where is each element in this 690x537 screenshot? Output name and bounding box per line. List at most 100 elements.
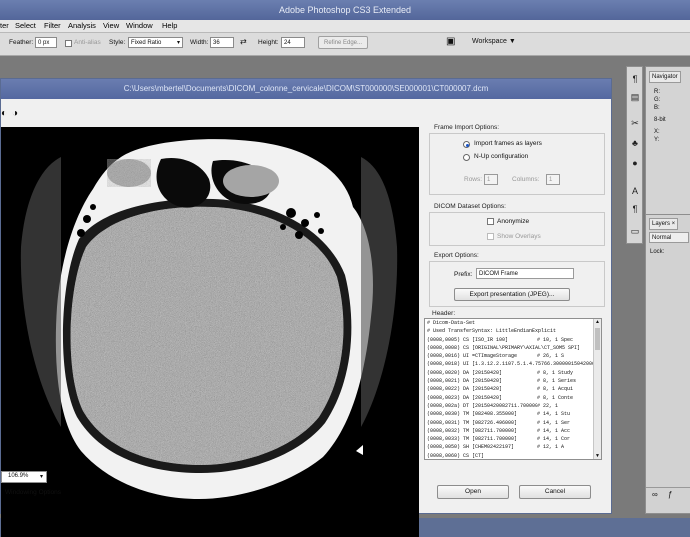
menu-select[interactable]: Select xyxy=(15,21,36,30)
cancel-button[interactable]: Cancel xyxy=(519,485,591,499)
header-line: # Used TransferSyntax: LittleEndianExpli… xyxy=(425,327,601,335)
header-line-desc: # 26, 1 S xyxy=(537,352,565,361)
info-line: B: xyxy=(654,105,660,111)
style-select[interactable]: Fixed Ratio ▾ xyxy=(128,37,183,48)
header-line-tag: (0008,0018) UI [1.3.12.2.1107.5.1.4.7576… xyxy=(427,361,601,368)
frame-import-group: Import frames as layers N-Up configurati… xyxy=(429,133,605,195)
prefix-label: Prefix: xyxy=(454,271,473,278)
tab-navigator[interactable]: Navigator xyxy=(649,71,681,83)
scrollbar-thumb[interactable] xyxy=(595,328,600,350)
header-line: (0008,0030) TM [082408.355000] # 14, 1 St… xyxy=(425,410,601,419)
layer-comps-icon[interactable]: ▭ xyxy=(629,225,641,237)
fx-icon[interactable]: ƒ xyxy=(668,490,672,499)
dialog-title-path: C:\Users\mbertel\Documents\DICOM_colonne… xyxy=(1,79,611,99)
zoom-select[interactable]: 106.9% ▾ xyxy=(1,471,47,483)
header-line: (0008,0021) DA [20150420] # 8, 1 Series xyxy=(425,377,601,386)
info-line: R: xyxy=(654,89,660,95)
menu-filter-partial[interactable]: ter xyxy=(0,21,9,30)
width-label: Width: xyxy=(190,39,209,46)
header-line: (0008,0023) DA [20150420] # 8, 1 Conte xyxy=(425,393,601,402)
header-line-tag: # Dicom-Data-Set xyxy=(427,320,476,326)
header-line-tag: (0008,0005) CS [ISO_IR 100] xyxy=(427,336,509,343)
columns-input[interactable]: 1 xyxy=(546,174,560,185)
export-options-group: Prefix: DICOM Frame Export presentation … xyxy=(429,261,605,307)
workspace-button[interactable]: Workspace ▼ xyxy=(472,38,516,45)
anonymize-checkbox[interactable] xyxy=(487,218,494,225)
dataset-options-title: DICOM Dataset Options: xyxy=(434,203,506,210)
window-title: Adobe Photoshop CS3 Extended xyxy=(0,0,690,20)
menu-help[interactable]: Help xyxy=(162,21,177,30)
nup-config-radio[interactable] xyxy=(463,154,470,161)
type-icon[interactable]: A xyxy=(629,185,641,197)
export-presentation-button[interactable]: Export presentation (JPEG)... xyxy=(454,288,570,301)
refine-edge-button[interactable]: Refine Edge... xyxy=(318,36,368,49)
antialias-label: Anti-alias xyxy=(74,39,101,46)
import-as-layers-radio[interactable] xyxy=(463,141,470,148)
header-line-desc: # 10, 1 Spec xyxy=(537,335,574,344)
paragraph-icon[interactable]: ¶ xyxy=(629,203,641,215)
link-icon[interactable]: ∞ xyxy=(652,490,658,499)
header-line-tag: (0008,0023) DA [20150420] xyxy=(427,394,503,401)
layers-panel: Layers × Normal Lock: ∞ ƒ xyxy=(645,214,690,514)
header-line-desc: # 8, 1 Conte xyxy=(537,393,574,402)
info-line: Y: xyxy=(654,137,660,143)
header-line: (0008,0018) UI [1.3.12.2.1107.5.1.4.7576… xyxy=(425,360,601,368)
style-label: Style: xyxy=(109,39,126,46)
header-line: (0008,0016) UI =CTImageStorage # 26, 1 S xyxy=(425,352,601,361)
menu-filter[interactable]: Filter xyxy=(44,21,61,30)
brush-icon[interactable]: ● xyxy=(629,157,641,169)
prefix-input[interactable]: DICOM Frame xyxy=(476,268,574,279)
header-title: Header: xyxy=(432,310,456,317)
header-line: (0008,0050) SH [CHEM02422197] # 12, 1 A xyxy=(425,443,601,452)
info-line: 8-bit xyxy=(654,117,666,123)
style-select-value: Fixed Ratio xyxy=(131,40,162,46)
header-line-tag: (0008,0030) TM [082408.355000] xyxy=(427,411,518,418)
header-line: (0008,0033) TM [082711.700000] # 14, 1 Co… xyxy=(425,435,601,444)
header-line-tag: (0008,0021) DA [20150420] xyxy=(427,378,503,385)
header-line: (0008,0005) CS [ISO_IR 100] # 10, 1 Spec xyxy=(425,335,601,344)
antialias-checkbox[interactable] xyxy=(65,40,72,47)
header-line-tag: # Used TransferSyntax: LittleEndianExpli… xyxy=(427,328,557,335)
scroll-up-icon[interactable]: ▲ xyxy=(595,319,600,325)
character-icon[interactable]: ¶ xyxy=(629,73,641,85)
show-overlays-checkbox[interactable] xyxy=(487,233,494,240)
dicom-header-textbox[interactable]: # Dicom-Data-Set # Used TransferSyntax: L… xyxy=(424,318,602,460)
swap-icon[interactable]: ⇄ xyxy=(240,37,247,46)
height-input[interactable]: 24 xyxy=(281,37,305,48)
dicom-image-viewer[interactable] xyxy=(1,127,419,537)
rows-label: Rows: xyxy=(464,176,483,183)
stamp-icon[interactable]: ♣ xyxy=(629,137,641,149)
open-button[interactable]: Open xyxy=(437,485,509,499)
height-label: Height: xyxy=(258,39,279,46)
feather-label: Feather: xyxy=(9,39,34,46)
tab-layers[interactable]: Layers × xyxy=(649,218,679,230)
rows-input[interactable]: 1 xyxy=(484,174,498,185)
workspace-icon: ▣ xyxy=(446,36,456,47)
scroll-down-icon[interactable]: ▼ xyxy=(595,453,600,459)
width-input[interactable]: 36 xyxy=(210,37,234,48)
anonymize-label: Anonymize xyxy=(497,218,530,225)
header-line: # Dicom-Data-Set xyxy=(425,319,601,327)
header-line-tag: (0008,0016) UI =CTImageStorage xyxy=(427,353,518,360)
menu-view[interactable]: View xyxy=(103,21,119,30)
lock-label: Lock: xyxy=(650,249,665,255)
menu-analysis[interactable]: Analysis xyxy=(68,21,96,30)
info-line: X: xyxy=(654,129,660,135)
header-line-desc: # 14, 1 Cor xyxy=(537,435,571,444)
menu-bar: ter Select Filter Analysis View Window H… xyxy=(0,20,690,33)
blend-mode-select[interactable]: Normal xyxy=(649,232,689,243)
export-options-title: Export Options: xyxy=(434,252,479,259)
header-line: (0008,0032) TM [082711.700000] # 14, 1 Ac… xyxy=(425,426,601,436)
menu-window[interactable]: Window xyxy=(126,21,153,30)
history-icon[interactable]: ▤ xyxy=(629,91,641,103)
feather-input[interactable]: 0 px xyxy=(35,37,57,48)
tools-icon[interactable]: ✂ xyxy=(629,117,641,129)
header-line: (0008,002a) DT [20150420082711.700000] # … xyxy=(425,401,601,411)
contrast-tool-icon[interactable]: ◑ xyxy=(12,108,18,119)
hand-tool-icon[interactable]: ◐ xyxy=(1,108,7,119)
columns-label: Columns: xyxy=(512,176,540,183)
header-line-tag: (0008,0050) SH [CHEM02422197] xyxy=(427,444,515,451)
header-scrollbar[interactable]: ▲ ▼ xyxy=(593,319,601,459)
header-line-tag: (0008,0022) DA [20150420] xyxy=(427,386,503,393)
windowing-options-link[interactable]: Windowing Options xyxy=(5,489,61,496)
